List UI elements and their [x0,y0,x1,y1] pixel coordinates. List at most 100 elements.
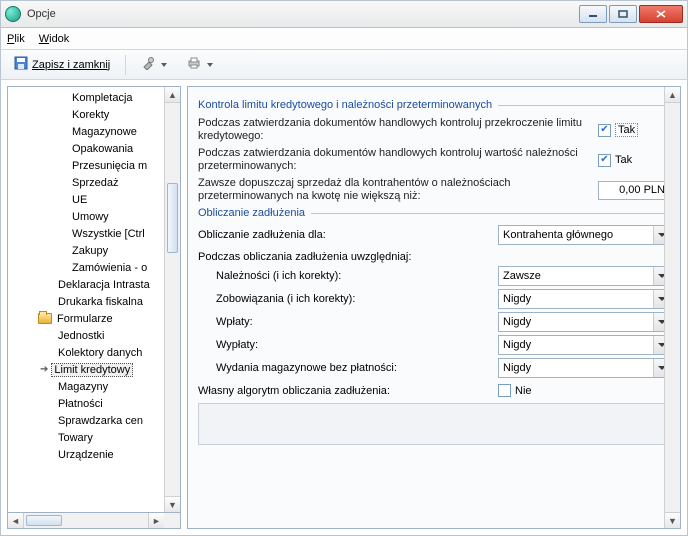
checkbox-icon [498,384,511,397]
maximize-button[interactable] [609,5,637,23]
input-allow-amount[interactable]: 0,00 PLN [598,181,670,200]
consider-label: Zobowiązania (i ich korekty): [198,293,498,305]
print-dropdown[interactable] [180,52,220,77]
label-control-credit-limit: Podczas zatwierdzania dokumentów handlow… [198,117,590,143]
tree-item-label: Umowy [70,211,111,223]
client-area: KompletacjaKorektyMagazynoweOpakowania Pr… [0,80,688,536]
tree-item[interactable]: Sprawdzarka cen [8,412,180,429]
tree-item-label: Wszystkie [Ctrl [70,228,147,240]
scroll-up-button[interactable]: ▲ [165,87,180,103]
consider-select[interactable]: Nigdy [498,312,670,332]
scroll-track[interactable] [24,513,148,528]
checkbox-label: Tak [615,154,632,166]
folder-icon [38,313,52,324]
tree-item[interactable]: Urządzenie [8,446,180,463]
toolbar-separator [125,55,126,75]
tree-item-label: Kolektory danych [56,347,144,359]
consider-select[interactable]: Nigdy [498,289,670,309]
tree-item[interactable]: Drukarka fiskalna [8,293,180,310]
group-title-label: Kontrola limitu kredytowego i należności… [198,99,492,111]
menu-view[interactable]: Widok [39,33,70,45]
scroll-thumb[interactable] [167,183,178,253]
tools-dropdown[interactable] [134,52,174,77]
scroll-right-button[interactable]: ► [148,513,164,528]
consider-select[interactable]: Nigdy [498,335,670,355]
scroll-track[interactable] [665,103,680,512]
consider-select[interactable]: Zawsze [498,266,670,286]
consider-label: Wpłaty: [198,316,498,328]
group-credit-limit: Kontrola limitu kredytowego i należności… [198,99,670,111]
tree-item[interactable]: Zamówienia - o [8,259,180,276]
tree-item-label: Formularze [55,313,115,325]
description-box [198,403,670,445]
tree-item[interactable]: Towary [8,429,180,446]
chevron-down-icon [161,63,167,67]
save-close-label: Zapisz i zamknij [32,59,110,71]
tree-item-label: Limit kredytowy [51,363,133,377]
arrow-icon: ➔ [40,364,48,375]
scroll-up-button[interactable]: ▲ [665,87,680,103]
scroll-thumb[interactable] [26,515,62,526]
panel-vscrollbar[interactable]: ▲ ▼ [664,87,680,528]
tree-item[interactable]: Kolektory danych [8,344,180,361]
tree-vscrollbar[interactable]: ▲ ▼ [164,87,180,512]
tree-item[interactable]: Magazynowe [8,123,180,140]
scroll-left-button[interactable]: ◄ [8,513,24,528]
label-consider: Podczas obliczania zadłużenia uwzględnia… [198,251,670,263]
select-value: Zawsze [503,270,541,282]
tree-hscrollbar[interactable]: ◄ ► [7,513,181,529]
tree-item[interactable]: UE [8,191,180,208]
menu-file[interactable]: Plik [7,33,25,45]
tree-item-label: Sprzedaż [70,177,120,189]
tree-item-label: Sprawdzarka cen [56,415,145,427]
tree-item[interactable]: Magazyny [8,378,180,395]
select-value: Nigdy [503,293,531,305]
checkbox-own-algorithm[interactable]: Nie [498,384,670,397]
menubar: Plik Widok [0,28,688,50]
tree-item-label: Płatności [56,398,105,410]
consider-label: Wydania magazynowe bez płatności: [198,362,498,374]
tree-item-label: Urządzenie [56,449,116,461]
tree-item[interactable]: Korekty [8,106,180,123]
select-calc-for[interactable]: Kontrahenta głównego [498,225,670,245]
tree-item-label: UE [70,194,89,206]
toolbar: Zapisz i zamknij [0,50,688,80]
tree-item-label: Zakupy [70,245,110,257]
scroll-track[interactable] [165,103,180,496]
tree-item-label: Towary [56,432,95,444]
tree-item[interactable]: Sprzedaż [8,174,180,191]
tree-item-label: Przesunięcia m [70,160,149,172]
nav-tree[interactable]: KompletacjaKorektyMagazynoweOpakowania Pr… [7,86,181,513]
label-calc-for: Obliczanie zadłużenia dla: [198,229,498,241]
tree-item[interactable]: Kompletacja [8,89,180,106]
checkbox-control-overdue[interactable]: ✔ Tak [598,154,670,167]
label-own-algorithm: Własny algorytm obliczania zadłużenia: [198,385,498,397]
wrench-icon [141,56,155,73]
save-close-button[interactable]: Zapisz i zamknij [7,52,117,77]
tree-item-label: Deklaracja Intrasta [56,279,152,291]
tree-item[interactable]: Opakowania [8,140,180,157]
close-button[interactable] [639,5,683,23]
tree-item[interactable]: Formularze [8,310,180,327]
consider-label: Należności (i ich korekty): [198,270,498,282]
tree-item[interactable]: Deklaracja Intrasta [8,276,180,293]
tree-item[interactable]: Przesunięcia m [8,157,180,174]
scroll-down-button[interactable]: ▼ [165,496,180,512]
tree-item[interactable]: Umowy [8,208,180,225]
tree-item[interactable]: ➔Limit kredytowy [8,361,180,378]
tree-item[interactable]: Jednostki [8,327,180,344]
tree-item[interactable]: Zakupy [8,242,180,259]
consider-row: Wpłaty:Nigdy [198,312,670,332]
minimize-button[interactable] [579,5,607,23]
consider-select[interactable]: Nigdy [498,358,670,378]
select-value: Kontrahenta głównego [503,229,613,241]
label-allow-amount: Zawsze dopuszczaj sprzedaż dla kontrahen… [198,177,590,203]
scroll-down-button[interactable]: ▼ [665,512,680,528]
app-icon [5,6,21,22]
tree-item[interactable]: Płatności [8,395,180,412]
checkbox-icon: ✔ [598,154,611,167]
group-debt-calc: Obliczanie zadłużenia [198,207,670,219]
checkbox-control-credit-limit[interactable]: ✔ Tak [598,123,670,137]
tree-item[interactable]: Wszystkie [Ctrl [8,225,180,242]
settings-panel: Kontrola limitu kredytowego i należności… [187,86,681,529]
